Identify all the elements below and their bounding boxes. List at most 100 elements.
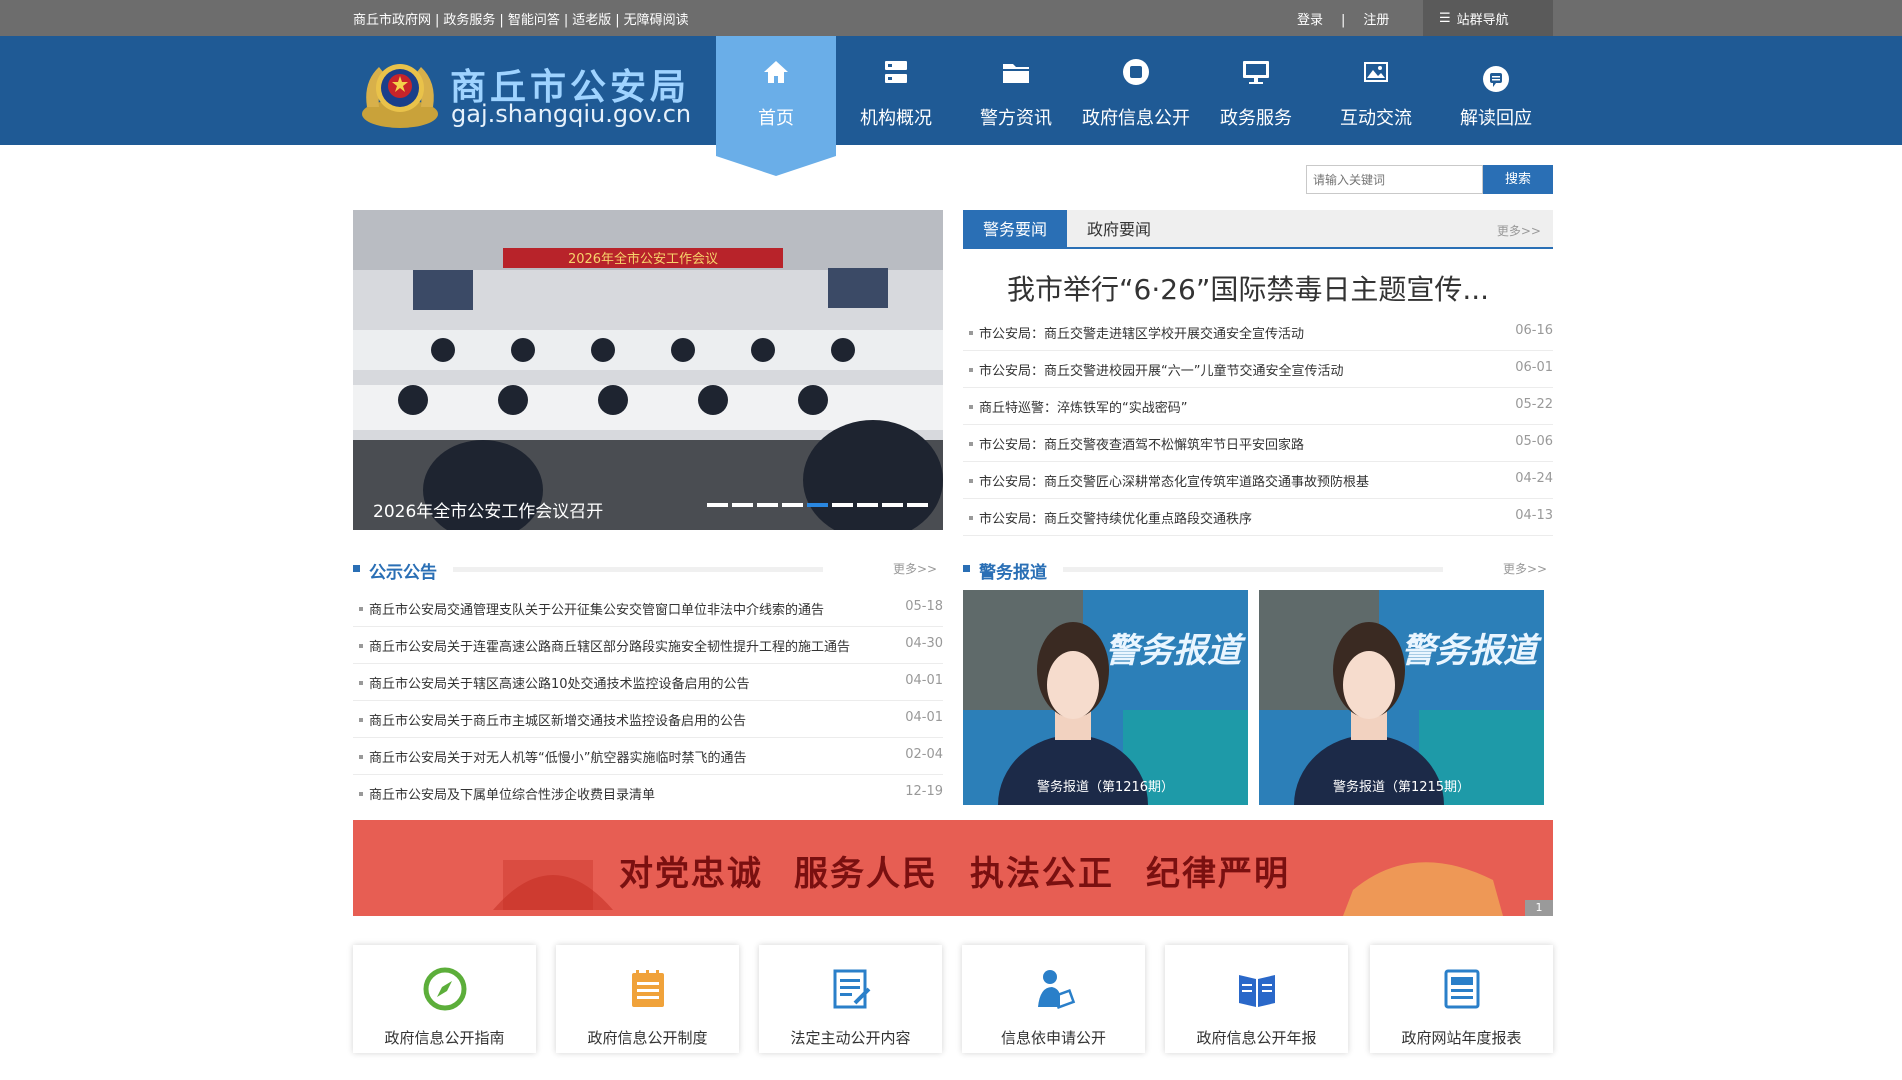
news-tabs: 警务要闻 政府要闻 更多>> — [963, 210, 1553, 249]
login-link[interactable]: 登录 — [1297, 13, 1323, 28]
auth-links: 登录 | 注册 — [1297, 13, 1390, 28]
notices-more-link[interactable]: 更多>> — [893, 560, 937, 577]
tab-police-news[interactable]: 警务要闻 — [963, 210, 1067, 249]
list-item[interactable]: 市公安局：商丘交警夜查酒驾不松懈筑牢节日平安回家路 05-06 — [963, 425, 1553, 462]
news-more-link[interactable]: 更多>> — [1497, 222, 1541, 239]
carousel-dot[interactable] — [782, 503, 803, 507]
card-label: 政府网站年度报表 — [1401, 1029, 1522, 1047]
nav-label: 互动交流 — [1340, 108, 1412, 129]
notice-title[interactable]: 商丘市公安局关于对无人机等“低慢小”航空器实施临时禁飞的通告 — [369, 747, 746, 766]
carousel-dot[interactable] — [732, 503, 753, 507]
news-title[interactable]: 市公安局：商丘交警持续优化重点路段交通秩序 — [979, 508, 1252, 527]
bullet-icon — [969, 405, 973, 409]
news-title[interactable]: 市公安局：商丘交警进校园开展“六一”儿童节交通安全宣传活动 — [979, 360, 1343, 379]
notice-title[interactable]: 商丘市公安局关于商丘市主城区新增交通技术监控设备启用的公告 — [369, 710, 746, 729]
site-nav-button[interactable]: ☰ 站群导航 — [1423, 0, 1553, 36]
list-item[interactable]: 市公安局：商丘交警走进辖区学校开展交通安全宣传活动 06-16 — [963, 314, 1553, 351]
person-apply-icon — [1038, 970, 1076, 1009]
news-title[interactable]: 市公安局：商丘交警匠心深耕常态化宣传筑牢道路交通事故预防根基 — [979, 471, 1369, 490]
bullet-icon — [359, 792, 363, 796]
list-item[interactable]: 商丘市公安局关于商丘市主城区新增交通技术监控设备启用的公告 04-01 — [353, 701, 943, 738]
top-link-qa[interactable]: 智能问答 — [508, 13, 560, 28]
news-panel: 警务要闻 政府要闻 更多>> 我市举行“6·26”国际禁毒日主题宣传... 市公… — [963, 210, 1553, 536]
carousel-dot[interactable] — [707, 503, 728, 507]
news-carousel[interactable]: 2026年全市公安工作会议 2026年全市公安工作会议召开 — [353, 210, 943, 530]
slogan-word: 纪律严明 — [1146, 854, 1290, 894]
list-item[interactable]: 商丘特巡警：淬炼铁军的“实战密码” 05-22 — [963, 388, 1553, 425]
top-link-service[interactable]: 政务服务 — [443, 13, 495, 28]
nav-home[interactable]: 首页 — [716, 36, 836, 176]
bullet-icon — [359, 607, 363, 611]
carousel-dot[interactable] — [757, 503, 778, 507]
report-card[interactable]: 警务报道 警务报道（第1215期） — [1259, 590, 1544, 805]
news-title[interactable]: 市公安局：商丘交警走进辖区学校开展交通安全宣传活动 — [979, 323, 1304, 342]
list-item[interactable]: 商丘市公安局关于对无人机等“低慢小”航空器实施临时禁飞的通告 02-04 — [353, 738, 943, 775]
reports-more-link[interactable]: 更多>> — [1503, 560, 1547, 577]
card-annual-report[interactable]: 政府信息公开年报 — [1165, 945, 1348, 1053]
report-thumbnail: 警务报道 — [963, 590, 1248, 805]
news-date: 05-22 — [1515, 397, 1553, 412]
nav-interaction[interactable]: 互动交流 — [1316, 36, 1436, 145]
list-item[interactable]: 市公安局：商丘交警持续优化重点路段交通秩序 04-13 — [963, 499, 1553, 536]
carousel-dot[interactable] — [832, 503, 853, 507]
card-label: 政府信息公开年报 — [1196, 1029, 1317, 1047]
report-overlay-title: 警务报道 — [1401, 631, 1542, 671]
news-title[interactable]: 商丘特巡警：淬炼铁军的“实战密码” — [979, 397, 1187, 416]
carousel-dot[interactable] — [907, 503, 928, 507]
notice-title[interactable]: 商丘市公安局关于连霍高速公路商丘辖区部分路段实施安全韧性提升工程的施工通告 — [369, 636, 850, 655]
bullet-icon — [969, 516, 973, 520]
info-icon — [1123, 59, 1149, 85]
slogan-banner[interactable]: 对党忠诚 服务人民 执法公正 纪律严明 1 — [353, 820, 1553, 916]
report-icon — [1444, 969, 1480, 1009]
tab-gov-news[interactable]: 政府要闻 — [1067, 210, 1171, 249]
search-button[interactable]: 搜索 — [1483, 165, 1553, 194]
carousel-dot[interactable] — [807, 503, 828, 507]
nav-police-news[interactable]: 警方资讯 — [956, 36, 1076, 145]
list-item[interactable]: 市公安局：商丘交警匠心深耕常态化宣传筑牢道路交通事故预防根基 04-24 — [963, 462, 1553, 499]
card-label: 政府信息公开指南 — [384, 1029, 505, 1047]
report-card[interactable]: 警务报道 警务报道（第1216期） — [963, 590, 1248, 805]
news-date: 06-16 — [1515, 323, 1553, 338]
top-link-accessible[interactable]: 无障碍阅读 — [624, 13, 689, 28]
banner-page-indicator[interactable]: 1 — [1525, 900, 1553, 916]
news-date: 04-13 — [1515, 508, 1553, 523]
notice-date: 02-04 — [905, 747, 943, 762]
image-icon — [1364, 62, 1388, 82]
list-item[interactable]: 市公安局：商丘交警进校园开展“六一”儿童节交通安全宣传活动 06-01 — [963, 351, 1553, 388]
bullet-icon — [359, 718, 363, 722]
notice-date: 04-01 — [905, 673, 943, 688]
card-website-report[interactable]: 政府网站年度报表 — [1370, 945, 1553, 1053]
list-item[interactable]: 商丘市公安局及下属单位综合性涉企收费目录清单 12-19 — [353, 775, 943, 812]
nav-label: 机构概况 — [860, 108, 932, 129]
bullet-icon — [969, 331, 973, 335]
news-title[interactable]: 市公安局：商丘交警夜查酒驾不松懈筑牢节日平安回家路 — [979, 434, 1304, 453]
list-item[interactable]: 商丘市公安局关于连霍高速公路商丘辖区部分路段实施安全韧性提升工程的施工通告 04-… — [353, 627, 943, 664]
nav-gov-service[interactable]: 政务服务 — [1196, 36, 1316, 145]
bullet-icon — [359, 681, 363, 685]
register-link[interactable]: 注册 — [1363, 13, 1389, 28]
carousel-dot[interactable] — [882, 503, 903, 507]
card-apply-info[interactable]: 信息依申请公开 — [962, 945, 1145, 1053]
list-item[interactable]: 商丘市公安局关于辖区高速公路10处交通技术监控设备启用的公告 04-01 — [353, 664, 943, 701]
nav-interpretation[interactable]: 解读回应 — [1436, 36, 1556, 145]
nav-info-public[interactable]: 政府信息公开 — [1076, 36, 1196, 145]
card-statutory-content[interactable]: 法定主动公开内容 — [759, 945, 942, 1053]
section-marker-icon — [353, 565, 360, 572]
notice-title[interactable]: 商丘市公安局关于辖区高速公路10处交通技术监控设备启用的公告 — [369, 673, 750, 692]
search-box: 搜索 — [1306, 165, 1553, 194]
nav-org[interactable]: 机构概况 — [836, 36, 956, 145]
notice-title[interactable]: 商丘市公安局及下属单位综合性涉企收费目录清单 — [369, 784, 655, 803]
search-input[interactable] — [1306, 165, 1483, 194]
card-info-system[interactable]: 政府信息公开制度 — [556, 945, 739, 1053]
top-link-elderly[interactable]: 适老版 — [572, 13, 611, 28]
carousel-photo: 2026年全市公安工作会议 — [353, 210, 943, 530]
carousel-photo-banner: 2026年全市公安工作会议 — [568, 251, 718, 267]
headline-link[interactable]: 我市举行“6·26”国际禁毒日主题宣传... — [1007, 268, 1489, 308]
notice-title[interactable]: 商丘市公安局交通管理支队关于公开征集公安交管窗口单位非法中介线索的通告 — [369, 599, 824, 618]
list-item[interactable]: 商丘市公安局交通管理支队关于公开征集公安交管窗口单位非法中介线索的通告 05-18 — [353, 590, 943, 627]
police-emblem-logo[interactable] — [357, 52, 443, 132]
carousel-dot[interactable] — [857, 503, 878, 507]
card-info-guide[interactable]: 政府信息公开指南 — [353, 945, 536, 1053]
top-link-gov[interactable]: 商丘市政府网 — [353, 13, 431, 28]
site-domain: gaj.shangqiu.gov.cn — [451, 100, 692, 128]
